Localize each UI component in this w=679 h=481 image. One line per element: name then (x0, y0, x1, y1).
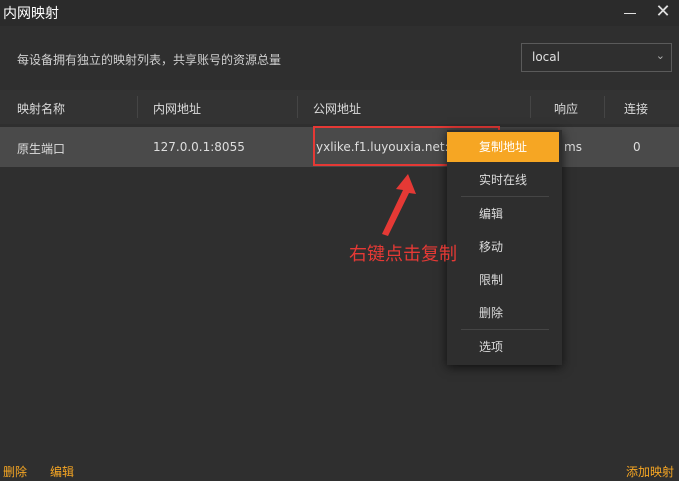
menu-item-options[interactable]: 选项 (447, 332, 562, 362)
edit-link[interactable]: 编辑 (50, 463, 74, 480)
device-select-value: local (532, 50, 560, 64)
menu-item-edit[interactable]: 编辑 (447, 199, 562, 229)
column-separator[interactable] (530, 96, 531, 118)
menu-item-realtime-online[interactable]: 实时在线 (447, 165, 562, 195)
device-select[interactable]: local ⌄ (521, 43, 672, 72)
menu-item-move[interactable]: 移动 (447, 232, 562, 262)
header-name: 映射名称 (17, 102, 66, 116)
table-header: 映射名称 内网地址 公网地址 响应 连接 (0, 90, 679, 124)
header-connections: 连接 (624, 102, 649, 116)
title-bar: 内网映射 ✕ (0, 0, 679, 26)
context-menu: 复制地址 实时在线 编辑 移动 限制 删除 选项 (447, 130, 562, 365)
cell-latency: ms (564, 140, 582, 154)
close-button[interactable]: ✕ (652, 2, 674, 22)
menu-separator (461, 196, 549, 197)
annotation-arrow-icon (382, 174, 416, 236)
header-local-addr: 内网地址 (153, 102, 202, 116)
close-icon: ✕ (655, 1, 671, 22)
annotation-text: 右键点击复制 (349, 244, 457, 265)
header-public-addr: 公网地址 (313, 102, 362, 116)
column-separator[interactable] (137, 96, 138, 118)
menu-separator (461, 329, 549, 330)
cell-name: 原生端口 (17, 142, 66, 156)
menu-item-copy-address[interactable]: 复制地址 (447, 132, 559, 162)
minimize-button[interactable] (619, 2, 641, 22)
menu-item-delete[interactable]: 删除 (447, 298, 562, 328)
menu-item-limit[interactable]: 限制 (447, 265, 562, 295)
delete-link[interactable]: 删除 (3, 463, 27, 480)
add-mapping-link[interactable]: 添加映射 (626, 463, 674, 480)
window-title: 内网映射 (3, 6, 59, 22)
column-separator[interactable] (297, 96, 298, 118)
header-latency: 响应 (554, 102, 579, 116)
minimize-icon (624, 13, 636, 14)
cell-local-addr: 127.0.0.1:8055 (153, 140, 245, 154)
chevron-down-icon: ⌄ (655, 49, 665, 62)
column-separator[interactable] (604, 96, 605, 118)
description-text: 每设备拥有独立的映射列表，共享账号的资源总量 (17, 53, 282, 67)
cell-connections: 0 (633, 140, 641, 154)
